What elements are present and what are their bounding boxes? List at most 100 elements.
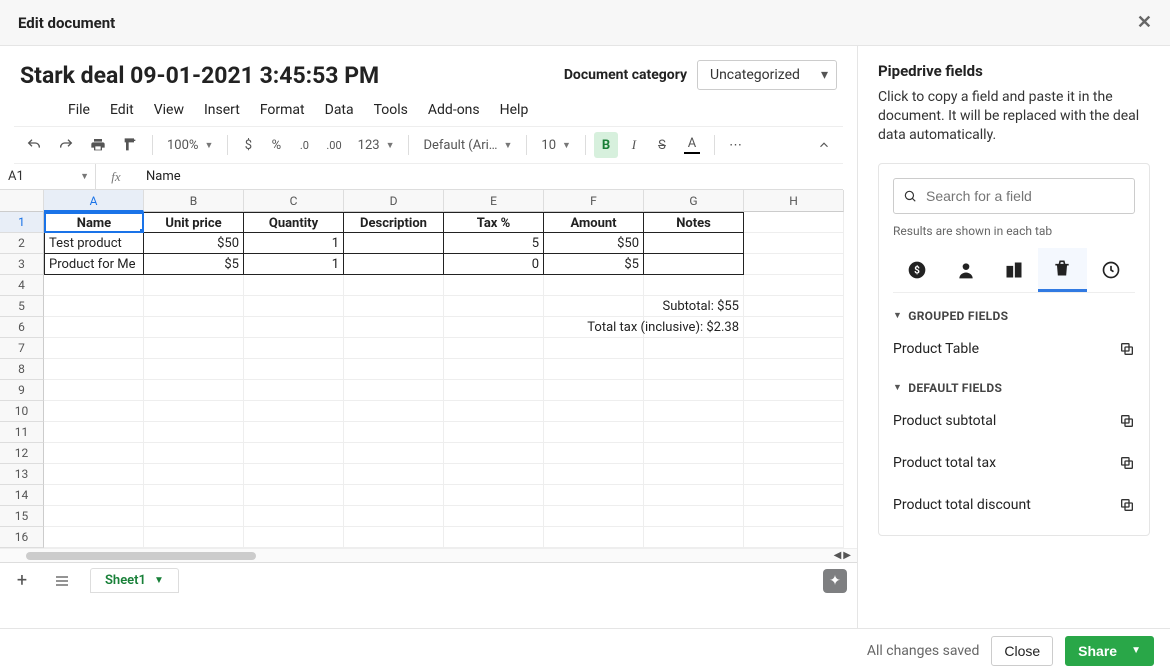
cell[interactable]: Product for Me (44, 254, 144, 275)
add-sheet-button[interactable]: + (10, 568, 34, 594)
cell[interactable] (444, 464, 544, 485)
close-button[interactable]: Close (991, 636, 1053, 666)
cell[interactable] (744, 380, 844, 401)
explore-icon[interactable]: ✦ (823, 569, 847, 593)
cell[interactable]: Amount (544, 212, 644, 233)
cell[interactable] (244, 422, 344, 443)
cell[interactable] (744, 464, 844, 485)
cell[interactable]: 1 (244, 254, 344, 275)
field-product-total-discount[interactable]: Product total discount (893, 489, 1135, 521)
cell[interactable] (744, 338, 844, 359)
tab-person[interactable] (941, 248, 989, 292)
menu-edit[interactable]: Edit (110, 102, 134, 118)
scroll-arrows[interactable]: ◀▶ (834, 550, 851, 561)
cell[interactable] (444, 275, 544, 296)
copy-icon[interactable] (1119, 341, 1135, 357)
cell[interactable]: Quantity (244, 212, 344, 233)
tab-activity[interactable] (1087, 248, 1135, 292)
cell[interactable] (44, 317, 144, 338)
cell[interactable] (44, 338, 144, 359)
cell[interactable] (544, 275, 644, 296)
cell[interactable] (744, 443, 844, 464)
close-icon[interactable]: ✕ (1137, 12, 1152, 33)
cell[interactable] (244, 317, 344, 338)
cell[interactable] (344, 401, 444, 422)
cell[interactable]: 5 (444, 233, 544, 254)
menu-addons[interactable]: Add-ons (428, 102, 480, 118)
row-header[interactable]: 1 (0, 212, 44, 233)
row-header[interactable]: 16 (0, 527, 44, 548)
cell[interactable] (744, 212, 844, 233)
cell[interactable] (544, 506, 644, 527)
cell[interactable] (144, 380, 244, 401)
document-title[interactable]: Stark deal 09-01-2021 3:45:53 PM (20, 62, 379, 89)
cell[interactable] (544, 485, 644, 506)
sheet-tab[interactable]: Sheet1 ▼ (90, 568, 179, 593)
cell[interactable]: $5 (144, 254, 244, 275)
cell[interactable]: Notes (644, 212, 744, 233)
cell[interactable] (444, 317, 544, 338)
scrollbar-thumb[interactable] (26, 552, 256, 560)
field-product-subtotal[interactable]: Product subtotal (893, 405, 1135, 437)
cell[interactable] (144, 359, 244, 380)
cell[interactable] (144, 527, 244, 548)
cell[interactable] (44, 275, 144, 296)
tab-deal[interactable]: $ (893, 248, 941, 292)
cell[interactable] (144, 275, 244, 296)
font-size-dropdown[interactable]: 10 ▼ (535, 136, 577, 155)
cell[interactable] (744, 296, 844, 317)
cell[interactable] (444, 506, 544, 527)
row-header[interactable]: 9 (0, 380, 44, 401)
cell[interactable] (544, 527, 644, 548)
cell[interactable] (244, 380, 344, 401)
menu-tools[interactable]: Tools (374, 102, 408, 118)
cell[interactable]: $50 (144, 233, 244, 254)
cell[interactable] (444, 422, 544, 443)
menu-view[interactable]: View (154, 102, 184, 118)
cell[interactable]: 1 (244, 233, 344, 254)
cell[interactable]: Name (44, 212, 144, 233)
cell[interactable] (244, 338, 344, 359)
row-header[interactable]: 4 (0, 275, 44, 296)
cell[interactable] (44, 443, 144, 464)
currency-icon[interactable]: $ (236, 132, 260, 158)
cell[interactable] (644, 443, 744, 464)
row-header[interactable]: 14 (0, 485, 44, 506)
cell[interactable] (144, 464, 244, 485)
cell[interactable] (744, 359, 844, 380)
cell[interactable] (644, 401, 744, 422)
column-header[interactable]: F (544, 190, 644, 212)
menu-data[interactable]: Data (325, 102, 354, 118)
copy-icon[interactable] (1119, 497, 1135, 513)
spreadsheet-grid[interactable]: ABCDEFGH1NameUnit priceQuantityDescripti… (0, 190, 857, 628)
cell[interactable] (644, 380, 744, 401)
row-header[interactable]: 13 (0, 464, 44, 485)
paint-format-icon[interactable] (116, 132, 144, 158)
cell[interactable] (244, 296, 344, 317)
cell[interactable] (144, 422, 244, 443)
field-product-table[interactable]: Product Table (893, 333, 1135, 365)
cell[interactable] (344, 359, 444, 380)
column-header[interactable]: D (344, 190, 444, 212)
doc-category-select[interactable]: Uncategorized ▾ (697, 60, 837, 90)
row-header[interactable]: 2 (0, 233, 44, 254)
field-product-total-tax[interactable]: Product total tax (893, 447, 1135, 479)
row-header[interactable]: 15 (0, 506, 44, 527)
cell[interactable] (344, 464, 444, 485)
cell[interactable] (744, 275, 844, 296)
cell[interactable] (244, 401, 344, 422)
collapse-toolbar-icon[interactable] (811, 132, 837, 158)
cell[interactable] (444, 380, 544, 401)
italic-button[interactable]: I (622, 132, 646, 158)
cell[interactable] (744, 317, 844, 338)
cell[interactable] (244, 464, 344, 485)
cell[interactable] (244, 527, 344, 548)
name-box[interactable]: A1 ▼ (0, 164, 96, 189)
cell[interactable]: Tax % (444, 212, 544, 233)
menu-file[interactable]: File (68, 102, 90, 118)
bold-button[interactable]: B (594, 132, 618, 158)
tab-organization[interactable] (990, 248, 1038, 292)
column-header[interactable]: H (744, 190, 844, 212)
cell[interactable] (644, 233, 744, 254)
cell[interactable] (344, 422, 444, 443)
